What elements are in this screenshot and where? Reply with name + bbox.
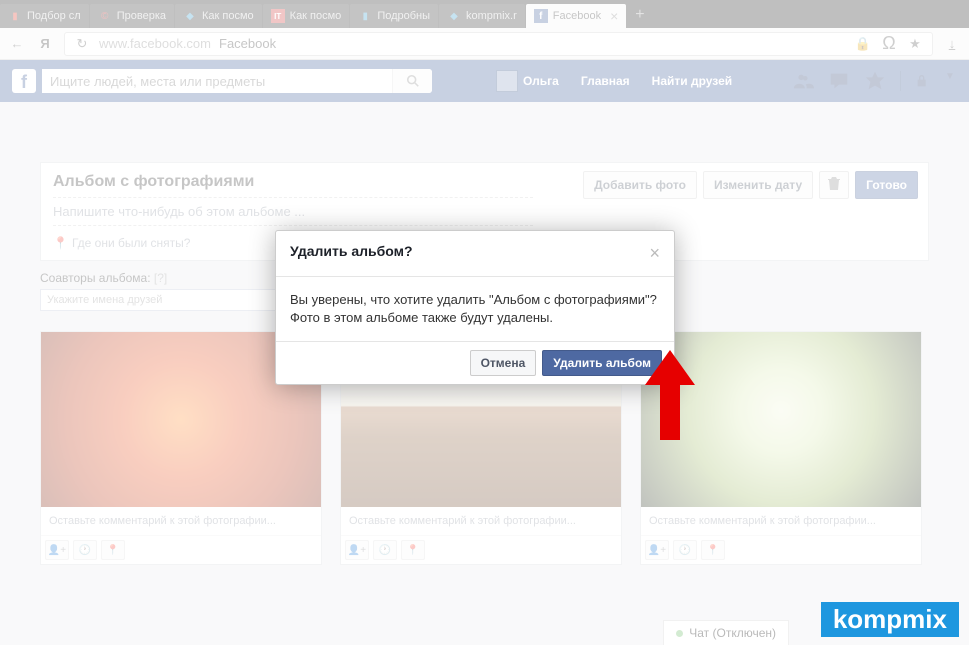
delete-album-modal: Удалить альбом? × Вы уверены, что хотите… [275, 230, 675, 385]
annotation-arrow [640, 350, 700, 440]
watermark: kompmix [821, 602, 959, 637]
modal-title: Удалить альбом? [290, 243, 413, 264]
modal-body: Вы уверены, что хотите удалить "Альбом с… [276, 277, 674, 341]
modal-footer: Отмена Удалить альбом [276, 341, 674, 384]
modal-header: Удалить альбом? × [276, 231, 674, 277]
modal-close-button[interactable]: × [649, 243, 660, 264]
cancel-button[interactable]: Отмена [470, 350, 537, 376]
